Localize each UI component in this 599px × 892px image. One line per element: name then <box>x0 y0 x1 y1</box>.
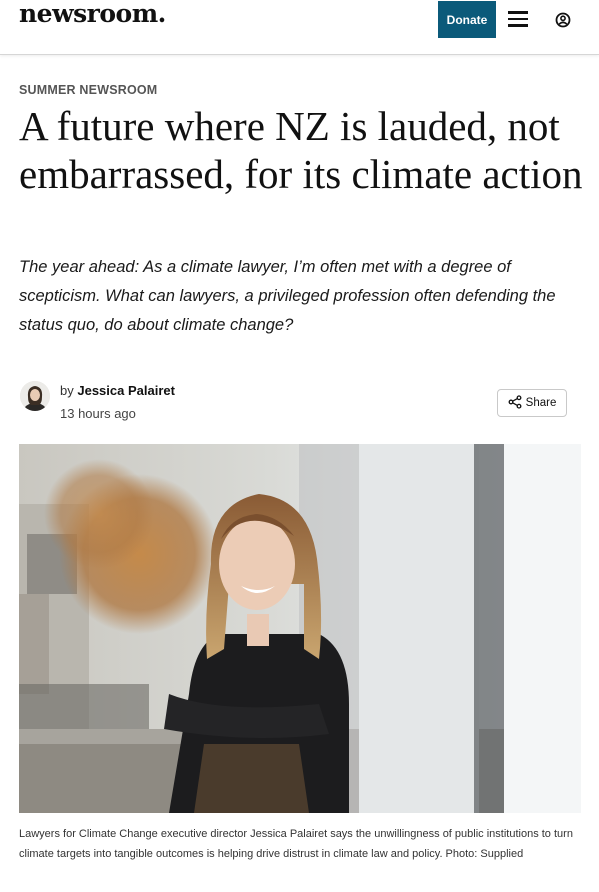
author-link[interactable]: Jessica Palairet <box>77 383 175 398</box>
article-headline: A future where NZ is lauded, not embarra… <box>19 103 583 197</box>
article-kicker[interactable]: SUMMER NEWSROOM <box>19 83 157 97</box>
hamburger-menu-icon[interactable] <box>506 8 530 30</box>
publish-time: 13 hours ago <box>60 406 136 421</box>
share-button[interactable]: Share <box>497 389 567 417</box>
image-caption: Lawyers for Climate Change executive dir… <box>19 828 573 860</box>
hero-image <box>19 444 581 813</box>
author-avatar[interactable] <box>20 381 50 411</box>
share-label: Share <box>525 397 557 409</box>
site-header: newsroom. Donate <box>0 0 599 55</box>
donate-button[interactable]: Donate <box>438 1 496 38</box>
byline: by Jessica Palairet <box>60 383 175 398</box>
share-icon <box>508 394 522 412</box>
article-standfirst: The year ahead: As a climate lawyer, I’m… <box>19 258 556 334</box>
user-circle-icon[interactable] <box>553 10 573 30</box>
byline-prefix: by <box>60 383 74 398</box>
site-logo[interactable]: newsroom. <box>19 0 166 29</box>
